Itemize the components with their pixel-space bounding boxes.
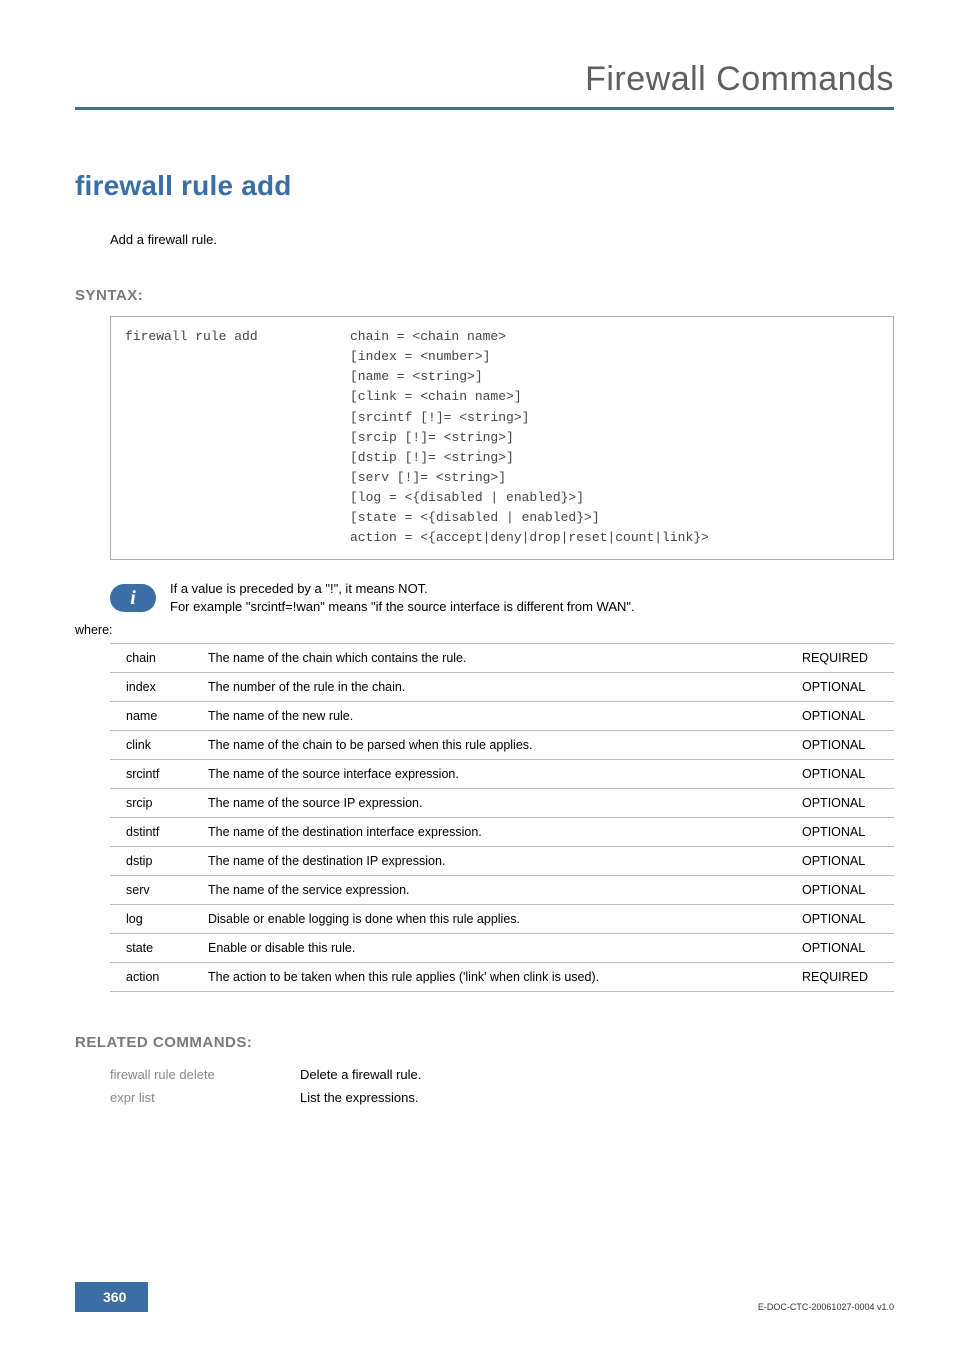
param-requirement: OPTIONAL [794,702,894,731]
where-label: where: [75,623,894,637]
param-description: Enable or disable this rule. [200,934,794,963]
param-requirement: OPTIONAL [794,934,894,963]
syntax-command: firewall rule add [125,327,350,347]
param-name: clink [110,731,200,760]
table-row: indexThe number of the rule in the chain… [110,673,894,702]
param-name: chain [110,644,200,673]
param-requirement: REQUIRED [794,963,894,992]
param-description: Disable or enable logging is done when t… [200,905,794,934]
related-commands-heading: RELATED COMMANDS: [75,1034,894,1051]
param-requirement: OPTIONAL [794,876,894,905]
command-description: Add a firewall rule. [110,232,894,247]
info-text: If a value is preceded by a "!", it mean… [170,580,635,618]
table-row: clinkThe name of the chain to be parsed … [110,731,894,760]
param-requirement: OPTIONAL [794,760,894,789]
table-row: logDisable or enable logging is done whe… [110,905,894,934]
related-commands-list: firewall rule deleteDelete a firewall ru… [110,1067,894,1105]
param-description: The action to be taken when this rule ap… [200,963,794,992]
param-description: The name of the chain to be parsed when … [200,731,794,760]
param-name: srcip [110,789,200,818]
info-icon: i [110,584,156,612]
table-row: nameThe name of the new rule.OPTIONAL [110,702,894,731]
table-row: servThe name of the service expression.O… [110,876,894,905]
param-name: action [110,963,200,992]
table-row: dstipThe name of the destination IP expr… [110,847,894,876]
related-row: expr listList the expressions. [110,1090,894,1105]
parameters-table: chainThe name of the chain which contain… [110,643,894,992]
param-name: log [110,905,200,934]
param-description: The name of the new rule. [200,702,794,731]
table-row: srcintfThe name of the source interface … [110,760,894,789]
related-command-name: firewall rule delete [110,1067,300,1082]
param-name: dstintf [110,818,200,847]
syntax-arguments: chain = <chain name> [index = <number>] … [350,327,709,549]
param-description: The number of the rule in the chain. [200,673,794,702]
param-description: The name of the chain which contains the… [200,644,794,673]
param-name: state [110,934,200,963]
info-callout: i If a value is preceded by a "!", it me… [110,580,894,618]
param-requirement: OPTIONAL [794,731,894,760]
page-number: 360 [75,1282,148,1312]
param-name: index [110,673,200,702]
param-name: dstip [110,847,200,876]
command-title: firewall rule add [75,170,894,202]
param-requirement: OPTIONAL [794,847,894,876]
param-description: The name of the service expression. [200,876,794,905]
syntax-heading: SYNTAX: [75,287,894,304]
table-row: srcipThe name of the source IP expressio… [110,789,894,818]
table-row: stateEnable or disable this rule.OPTIONA… [110,934,894,963]
param-requirement: OPTIONAL [794,905,894,934]
param-description: The name of the source IP expression. [200,789,794,818]
related-command-name: expr list [110,1090,300,1105]
param-description: The name of the destination IP expressio… [200,847,794,876]
param-requirement: OPTIONAL [794,818,894,847]
param-name: serv [110,876,200,905]
param-requirement: REQUIRED [794,644,894,673]
table-row: actionThe action to be taken when this r… [110,963,894,992]
header-divider [75,107,894,110]
table-row: dstintfThe name of the destination inter… [110,818,894,847]
param-requirement: OPTIONAL [794,673,894,702]
page-footer: 360 E-DOC-CTC-20061027-0004 v1.0 [0,1282,954,1312]
table-row: chainThe name of the chain which contain… [110,644,894,673]
param-description: The name of the source interface express… [200,760,794,789]
page-header-title: Firewall Commands [75,60,894,99]
param-requirement: OPTIONAL [794,789,894,818]
related-row: firewall rule deleteDelete a firewall ru… [110,1067,894,1082]
param-name: srcintf [110,760,200,789]
info-line2: For example "srcintf=!wan" means "if the… [170,599,635,614]
syntax-box: firewall rule addchain = <chain name> [i… [110,316,894,560]
related-command-description: Delete a firewall rule. [300,1067,421,1082]
info-line1: If a value is preceded by a "!", it mean… [170,581,428,596]
param-name: name [110,702,200,731]
param-description: The name of the destination interface ex… [200,818,794,847]
related-command-description: List the expressions. [300,1090,419,1105]
document-id: E-DOC-CTC-20061027-0004 v1.0 [758,1302,894,1312]
